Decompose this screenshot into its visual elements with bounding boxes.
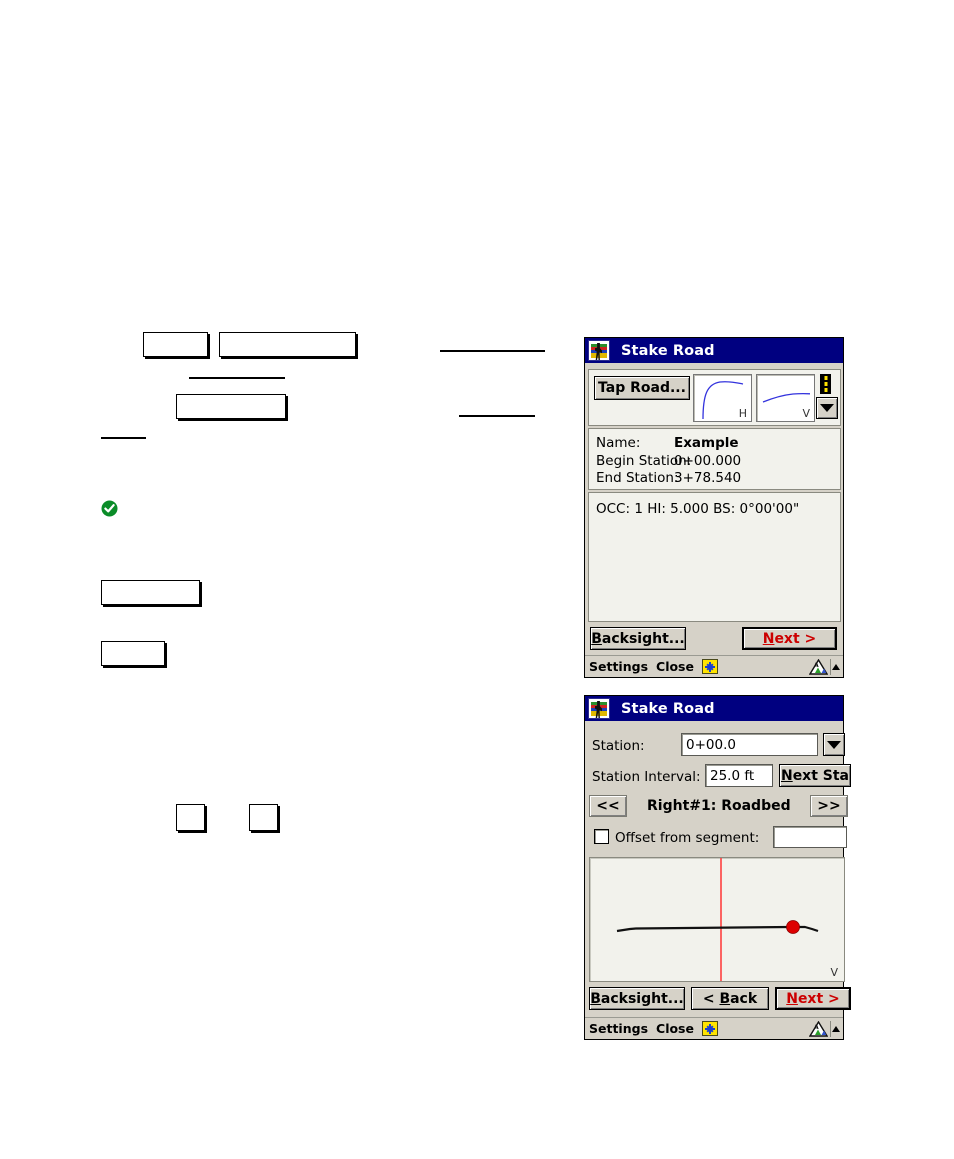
stake-point-marker <box>786 920 800 934</box>
underline-rule-4 <box>101 437 146 439</box>
cross-section-view[interactable]: V <box>589 857 845 982</box>
window1-title: Stake Road <box>621 342 715 359</box>
underline-rule-2 <box>189 377 285 379</box>
triangle-warning-icon[interactable]: A <box>808 658 829 675</box>
station-interval-label: Station Interval: <box>592 769 701 785</box>
settings-menu[interactable]: Settings <box>589 1021 648 1036</box>
road-segment-icon <box>820 374 831 394</box>
next-button[interactable]: Next > <box>742 627 837 650</box>
close-menu[interactable]: Close <box>656 1021 694 1036</box>
window2-title: Stake Road <box>621 700 715 717</box>
stake-road-window-2: Stake Road Station: 0+00.0 Station Inter… <box>584 695 851 1040</box>
close-menu[interactable]: Close <box>656 659 694 674</box>
stake-road-app-icon <box>588 698 610 719</box>
name-label: Name: <box>596 435 641 451</box>
segment-title: Right#1: Roadbed <box>647 798 791 814</box>
underline-rule-1 <box>440 350 545 352</box>
previous-segment-button[interactable]: << <box>589 795 627 817</box>
triangle-warning-icon[interactable]: A <box>808 1020 829 1037</box>
success-check-icon <box>101 500 118 517</box>
chevron-down-icon <box>827 740 841 749</box>
end-station-label: End Station: <box>596 470 679 486</box>
svg-text:A: A <box>814 1024 819 1031</box>
backsight-button[interactable]: Backsight... <box>589 987 685 1010</box>
name-value: Example <box>674 435 739 451</box>
next-sta-button[interactable]: Next Sta <box>779 764 851 787</box>
star-burst-icon[interactable] <box>701 1021 718 1036</box>
blank-box-1 <box>143 332 208 357</box>
star-burst-icon[interactable] <box>701 659 718 674</box>
v-graph-label: V <box>802 407 810 420</box>
blank-box-2 <box>219 332 356 357</box>
blank-box-6 <box>176 804 205 831</box>
back-button[interactable]: < Back <box>691 987 769 1010</box>
station-input[interactable]: 0+00.0 <box>681 733 818 756</box>
blank-box-3 <box>176 394 286 419</box>
begin-station-value: 0+00.000 <box>674 453 742 469</box>
window2-statusbar: Settings Close A <box>585 1017 843 1039</box>
road-list-dropdown-button[interactable] <box>816 397 838 419</box>
window1-road-info-panel: Name: Example Begin Station: 0+00.000 En… <box>588 428 841 490</box>
offset-from-segment-label: Offset from segment: <box>615 830 760 846</box>
window1-setup-panel: OCC: 1 HI: 5.000 BS: 0°00'00" <box>588 492 841 622</box>
blank-box-5 <box>101 641 165 666</box>
chevron-up-icon[interactable] <box>830 1020 840 1037</box>
window1-titlebar: Stake Road <box>585 338 843 363</box>
tap-road-button[interactable]: Tap Road... <box>594 376 690 400</box>
cross-section-v-label: V <box>830 966 838 979</box>
window1-statusbar: Settings Close A <box>585 655 843 677</box>
cross-section-plot <box>616 858 819 981</box>
underline-rule-3 <box>459 415 535 417</box>
offset-value-input[interactable] <box>773 826 847 848</box>
stake-road-window-1: Stake Road Tap Road... H V Name: Example… <box>584 337 844 678</box>
stake-road-app-icon <box>588 340 610 361</box>
backsight-button[interactable]: Backsight... <box>590 627 686 650</box>
end-station-value: 3+78.540 <box>674 470 742 486</box>
window2-titlebar: Stake Road <box>585 696 843 721</box>
settings-menu[interactable]: Settings <box>589 659 648 674</box>
blank-box-4 <box>101 580 200 605</box>
station-dropdown-button[interactable] <box>823 733 845 756</box>
station-interval-input[interactable]: 25.0 ft <box>705 764 773 787</box>
window1-road-toolbar: Tap Road... H V <box>588 369 841 426</box>
next-segment-button[interactable]: >> <box>810 795 848 817</box>
horizontal-alignment-graph[interactable]: H <box>693 374 752 422</box>
chevron-up-icon[interactable] <box>830 658 840 675</box>
occupation-setup-text: OCC: 1 HI: 5.000 BS: 0°00'00" <box>596 501 800 517</box>
next-button[interactable]: Next > <box>775 987 851 1010</box>
station-label: Station: <box>592 738 645 754</box>
offset-from-segment-checkbox[interactable] <box>594 829 609 844</box>
svg-text:A: A <box>814 662 819 669</box>
blank-box-7 <box>249 804 278 831</box>
vertical-alignment-graph[interactable]: V <box>756 374 815 422</box>
chevron-down-icon <box>820 404 834 412</box>
h-graph-label: H <box>738 407 747 420</box>
